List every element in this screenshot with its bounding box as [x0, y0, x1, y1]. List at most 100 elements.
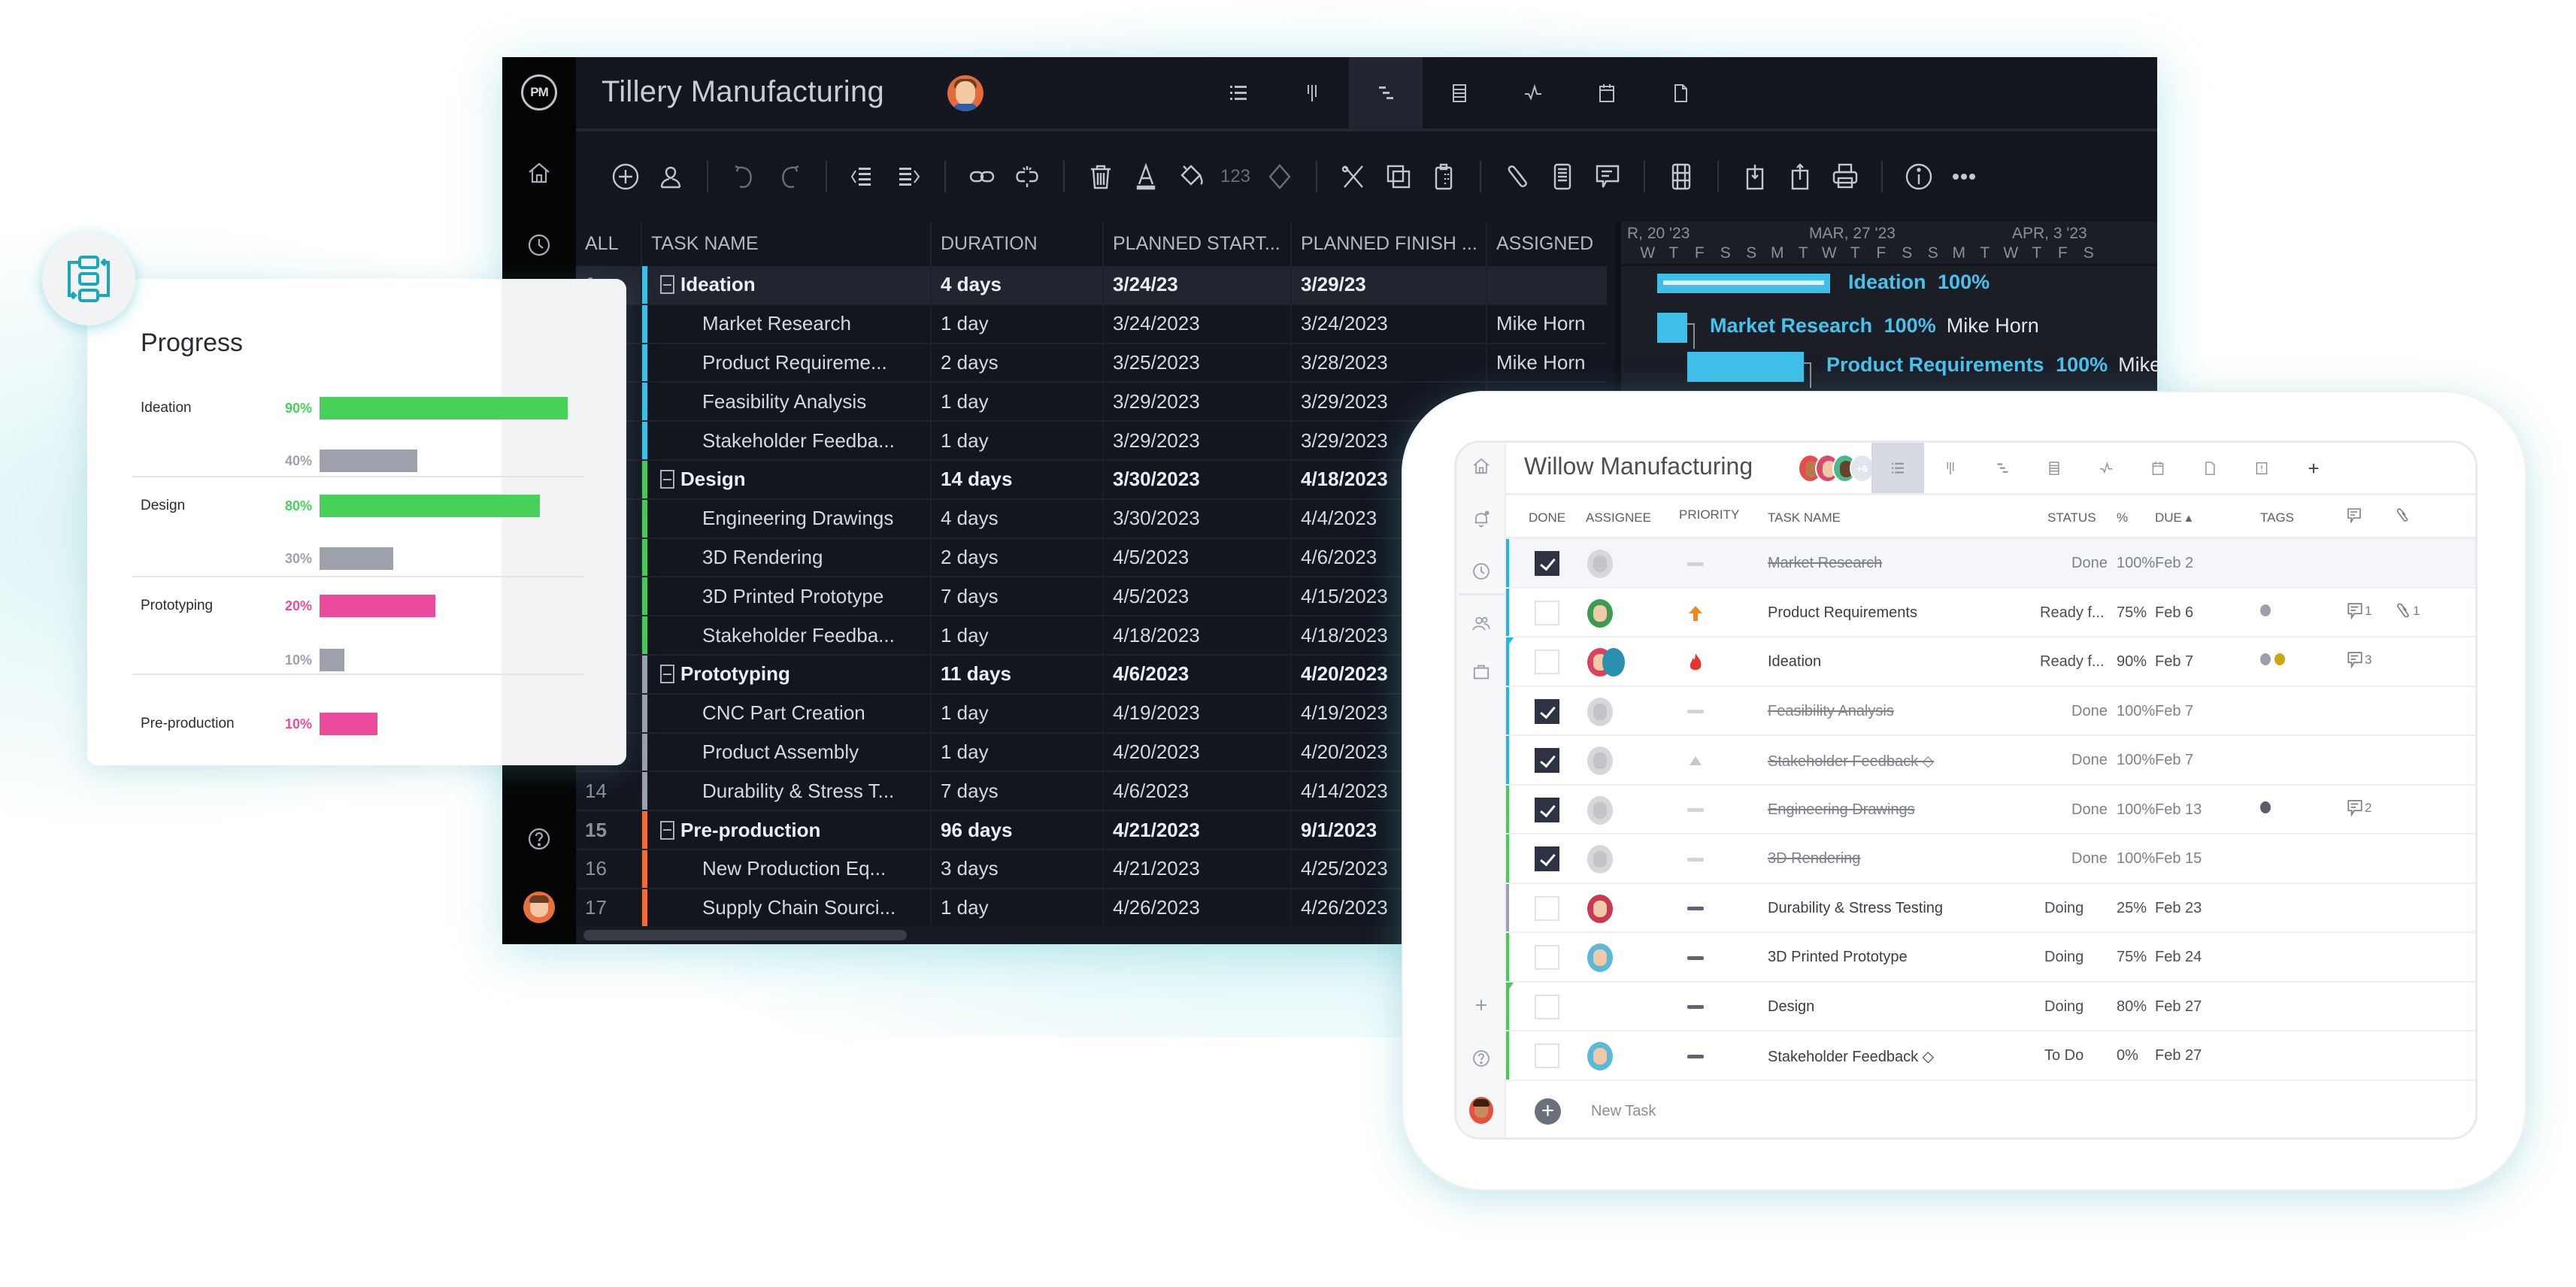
column-planned-finish[interactable]: PLANNED FINISH ... [1292, 222, 1487, 266]
planned-start-cell[interactable]: 4/18/2023 [1104, 616, 1292, 654]
duration-cell[interactable]: 1 day [932, 383, 1104, 421]
board-view-icon[interactable] [1275, 57, 1349, 129]
planned-start-cell[interactable]: 4/20/2023 [1104, 733, 1292, 771]
priority-indicator[interactable] [1687, 653, 1705, 671]
done-checkbox[interactable] [1535, 895, 1559, 921]
clock-icon[interactable] [1456, 562, 1506, 581]
gantt-view-icon[interactable] [1349, 57, 1423, 129]
add-view-icon[interactable] [2287, 443, 2339, 493]
import-icon[interactable] [1732, 154, 1777, 199]
task-name-cell[interactable]: New Production Eq... [642, 849, 932, 888]
gantt-view-icon[interactable] [1976, 443, 2028, 493]
assignee-avatar[interactable] [1587, 894, 1613, 923]
status-text[interactable]: Ready f... [2040, 653, 2105, 671]
column-task-name[interactable]: TASK NAME [1768, 510, 1841, 525]
task-name-cell[interactable]: Pre-production [642, 811, 932, 849]
columns-icon[interactable] [1659, 154, 1704, 199]
status-text[interactable]: To Do [2044, 1047, 2084, 1064]
home-icon[interactable] [1456, 456, 1506, 476]
new-task-row[interactable]: + New Task [1506, 1085, 2475, 1137]
planned-finish-cell[interactable]: 3/28/2023 [1292, 344, 1487, 382]
duration-cell[interactable]: 96 days [932, 811, 1104, 849]
tag-dot[interactable] [2260, 604, 2271, 616]
task-name[interactable]: 3D Printed Prototype [1768, 949, 1908, 966]
due-date[interactable]: Feb 27 [2155, 1047, 2202, 1064]
gantt-task-bar[interactable] [1657, 312, 1687, 343]
assignee-avatar[interactable] [1587, 550, 1613, 578]
comments-column-icon[interactable] [2347, 507, 2362, 528]
task-row[interactable]: 2Market Research1 day3/24/20233/24/2023M… [576, 304, 1607, 344]
due-date[interactable]: Feb 13 [2155, 801, 2202, 819]
status-text[interactable]: Done [2071, 850, 2108, 868]
percent-complete[interactable]: 90% [2117, 653, 2147, 671]
task-name[interactable]: Stakeholder Feedback ◇ [1768, 752, 1934, 771]
assignee-avatar[interactable] [1587, 598, 1613, 628]
task-name-cell[interactable]: Prototyping [642, 655, 932, 693]
planned-start-cell[interactable]: 4/26/2023 [1104, 889, 1292, 927]
collapse-icon[interactable] [660, 665, 674, 684]
percent-complete[interactable]: 25% [2117, 900, 2147, 917]
gantt-task-bar[interactable] [1657, 274, 1830, 293]
column-assigned[interactable]: ASSIGNED [1487, 222, 1607, 266]
column-due[interactable]: DUE ▴ [2155, 510, 2192, 525]
attachments-count[interactable]: 1 [2395, 602, 2420, 620]
attachments-column-icon[interactable] [2395, 507, 2410, 528]
done-checkbox[interactable] [1535, 600, 1559, 625]
planned-start-cell[interactable]: 4/6/2023 [1104, 655, 1292, 693]
notifications-icon[interactable] [1456, 509, 1506, 528]
duration-cell[interactable]: 1 day [932, 733, 1104, 771]
assigned-cell[interactable]: Mike Horn [1487, 305, 1607, 343]
due-date[interactable]: Feb 24 [2155, 949, 2202, 966]
duration-cell[interactable]: 1 day [932, 422, 1104, 459]
duration-cell[interactable]: 1 day [932, 616, 1104, 654]
tag-dot[interactable] [2260, 801, 2271, 813]
row-number[interactable]: 14 [576, 772, 642, 810]
undo-icon[interactable] [722, 154, 767, 199]
planned-finish-cell[interactable]: 3/29/23 [1292, 266, 1487, 304]
milestone-icon[interactable] [1257, 154, 1302, 199]
dashboard-view-icon[interactable] [1496, 57, 1570, 129]
planned-start-cell[interactable]: 4/5/2023 [1104, 577, 1292, 616]
task-row[interactable]: 3D Rendering Done 100% Feb 15 [1506, 834, 2475, 884]
task-name[interactable]: Engineering Drawings [1768, 801, 1915, 819]
number-format-icon[interactable]: 123 [1214, 166, 1257, 187]
duration-cell[interactable]: 4 days [932, 499, 1104, 538]
duration-cell[interactable]: 7 days [932, 772, 1104, 810]
gantt-task-bar[interactable] [1687, 351, 1804, 382]
comments-count[interactable]: 3 [2347, 651, 2371, 669]
status-text[interactable]: Done [2071, 703, 2108, 720]
indent-icon[interactable] [886, 154, 931, 199]
assignee-avatar[interactable] [1587, 845, 1613, 874]
done-checkbox[interactable] [1535, 945, 1559, 970]
font-color-icon[interactable] [1123, 154, 1168, 199]
window-dot[interactable] [565, 18, 583, 37]
priority-indicator[interactable] [1687, 951, 1705, 964]
task-name[interactable]: Ideation [1768, 653, 1821, 671]
task-group-row[interactable]: 1Ideation4 days3/24/233/29/23 [576, 266, 1607, 305]
duration-cell[interactable]: 1 day [932, 694, 1104, 732]
column-planned-start[interactable]: PLANNED START... [1104, 222, 1292, 266]
collapse-icon[interactable] [660, 470, 674, 489]
comments-count[interactable]: 2 [2347, 799, 2371, 817]
pm-logo[interactable]: PM [502, 74, 576, 111]
task-row[interactable]: Design Doing 80% Feb 27 [1506, 982, 2475, 1031]
percent-complete[interactable]: 0% [2117, 1047, 2138, 1064]
task-name-cell[interactable]: Ideation [642, 266, 932, 304]
column-assignee[interactable]: ASSIGNEE [1586, 510, 1651, 525]
assigned-cell[interactable]: Mike Horn [1487, 344, 1607, 382]
planned-start-cell[interactable]: 3/29/2023 [1104, 383, 1292, 421]
unlink-icon[interactable] [1005, 154, 1050, 199]
planned-finish-cell[interactable]: 3/24/2023 [1292, 304, 1487, 343]
assignee-avatar[interactable] [1587, 1042, 1613, 1070]
duration-cell[interactable]: 2 days [932, 538, 1104, 577]
comments-count[interactable]: 1 [2347, 602, 2371, 620]
collapse-icon[interactable] [660, 820, 674, 840]
task-name[interactable]: Feasibility Analysis [1768, 703, 1894, 720]
duration-cell[interactable]: 1 day [932, 304, 1104, 343]
planned-start-cell[interactable]: 3/30/2023 [1104, 460, 1292, 498]
status-text[interactable]: Ready f... [2040, 604, 2105, 622]
task-name-cell[interactable]: Product Assembly [642, 733, 932, 771]
done-checkbox[interactable] [1535, 551, 1559, 576]
done-checkbox[interactable] [1535, 748, 1559, 773]
portfolio-icon[interactable] [1456, 662, 1506, 682]
